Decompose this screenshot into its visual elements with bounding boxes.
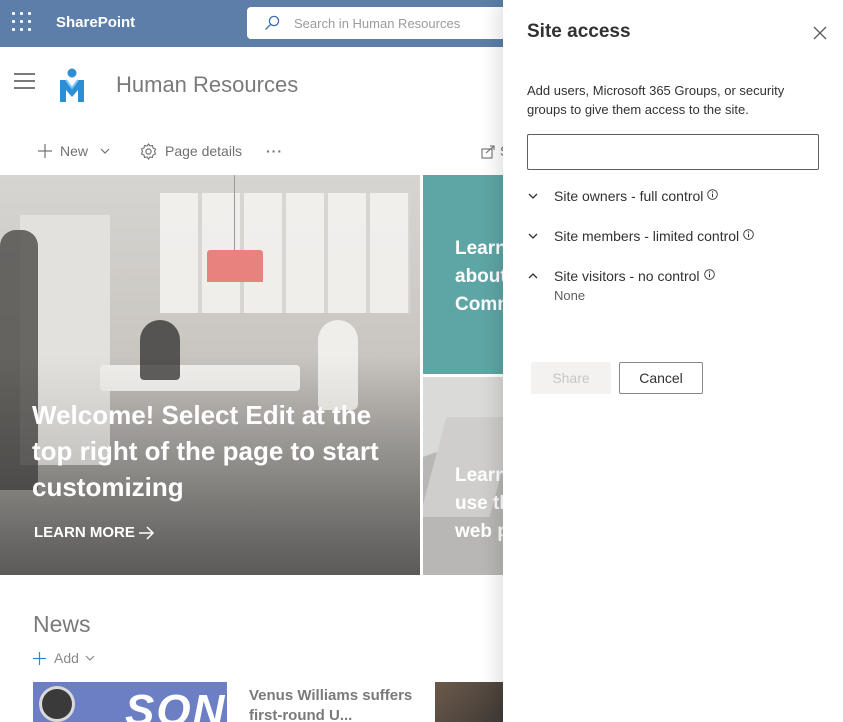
- hero-tile-bottom-line: web p: [455, 521, 503, 542]
- hero-photo-lamp-wire: [234, 175, 235, 250]
- chevron-down-icon: [528, 233, 538, 239]
- hero-tile-top-line: about: [455, 266, 503, 287]
- hero-tile-top[interactable]: Learn about Comm: [423, 175, 503, 374]
- info-icon[interactable]: [743, 228, 754, 240]
- app-name[interactable]: SharePoint: [56, 14, 135, 31]
- info-icon[interactable]: [703, 268, 715, 280]
- app-launcher-icon[interactable]: [12, 12, 34, 34]
- learn-more-link[interactable]: LEARN MORE: [34, 524, 155, 541]
- hero-photo-lamp: [207, 250, 263, 282]
- page-details-label: Page details: [165, 143, 243, 159]
- gear-icon: [140, 142, 157, 160]
- site-access-panel: Site access Add users, Microsoft 365 Gro…: [503, 0, 843, 722]
- site-logo[interactable]: [58, 68, 86, 104]
- chevron-down-icon: [100, 148, 110, 154]
- chevron-up-icon: [528, 273, 538, 279]
- more-options-button[interactable]: ···: [266, 141, 283, 161]
- group-label: Site visitors - no control: [554, 268, 700, 284]
- page-details-button[interactable]: Page details: [140, 141, 242, 161]
- search-box[interactable]: Search in Human Resources: [247, 7, 517, 39]
- group-site-visitors[interactable]: Site visitors - no control: [527, 266, 715, 286]
- learn-more-label: LEARN MORE: [34, 524, 135, 541]
- hero-main-tile[interactable]: Welcome! Select Edit at the top right of…: [0, 175, 420, 575]
- hero-headline: Welcome! Select Edit at the top right of…: [32, 400, 379, 502]
- news-thumbnail[interactable]: [435, 682, 503, 722]
- people-picker-input[interactable]: [527, 134, 819, 170]
- news-thumbnail[interactable]: SON: [33, 682, 227, 722]
- search-placeholder: Search in Human Resources: [294, 16, 461, 31]
- site-title[interactable]: Human Resources: [116, 72, 298, 98]
- group-label: Site members - limited control: [554, 228, 740, 244]
- news-section-title: News: [33, 611, 91, 637]
- info-icon[interactable]: [707, 188, 719, 200]
- chevron-down-icon: [85, 655, 95, 661]
- tennis-racket-shape: [39, 686, 75, 722]
- new-button-label: New: [60, 143, 89, 159]
- close-icon[interactable]: [813, 26, 827, 40]
- hero-photo-window: [160, 193, 410, 313]
- new-button[interactable]: New: [38, 141, 110, 161]
- hero-tile-top-line: Learn: [455, 238, 503, 259]
- panel-title: Site access: [527, 21, 631, 42]
- news-add-button[interactable]: Add: [33, 650, 95, 666]
- share-button[interactable]: Share: [531, 362, 611, 394]
- site-visitors-members: None: [554, 288, 586, 303]
- group-site-owners[interactable]: Site owners - full control: [527, 186, 719, 206]
- news-add-label: Add: [54, 650, 79, 666]
- hero-tile-top-line: Comm: [455, 294, 503, 315]
- share-icon: [481, 144, 495, 159]
- search-icon: [265, 15, 280, 30]
- cancel-button[interactable]: Cancel: [619, 362, 703, 394]
- panel-description: Add users, Microsoft 365 Groups, or secu…: [527, 83, 785, 117]
- hero-tile-bottom-line: use th: [455, 493, 503, 514]
- hamburger-menu-icon[interactable]: [14, 73, 35, 89]
- chevron-down-icon: [528, 193, 538, 199]
- news-headline[interactable]: Venus Williams suffers first-round U...: [249, 686, 419, 722]
- news-thumbnail-text: SON: [125, 686, 227, 722]
- plus-icon: [33, 651, 46, 665]
- arrow-right-icon: [138, 525, 154, 540]
- hero-tile-bottom-line: Learn: [455, 465, 503, 486]
- group-label: Site owners - full control: [554, 188, 704, 204]
- plus-icon: [38, 144, 52, 158]
- hero-tile-bottom[interactable]: Learn use th web p: [423, 377, 503, 575]
- group-site-members[interactable]: Site members - limited control: [527, 226, 754, 246]
